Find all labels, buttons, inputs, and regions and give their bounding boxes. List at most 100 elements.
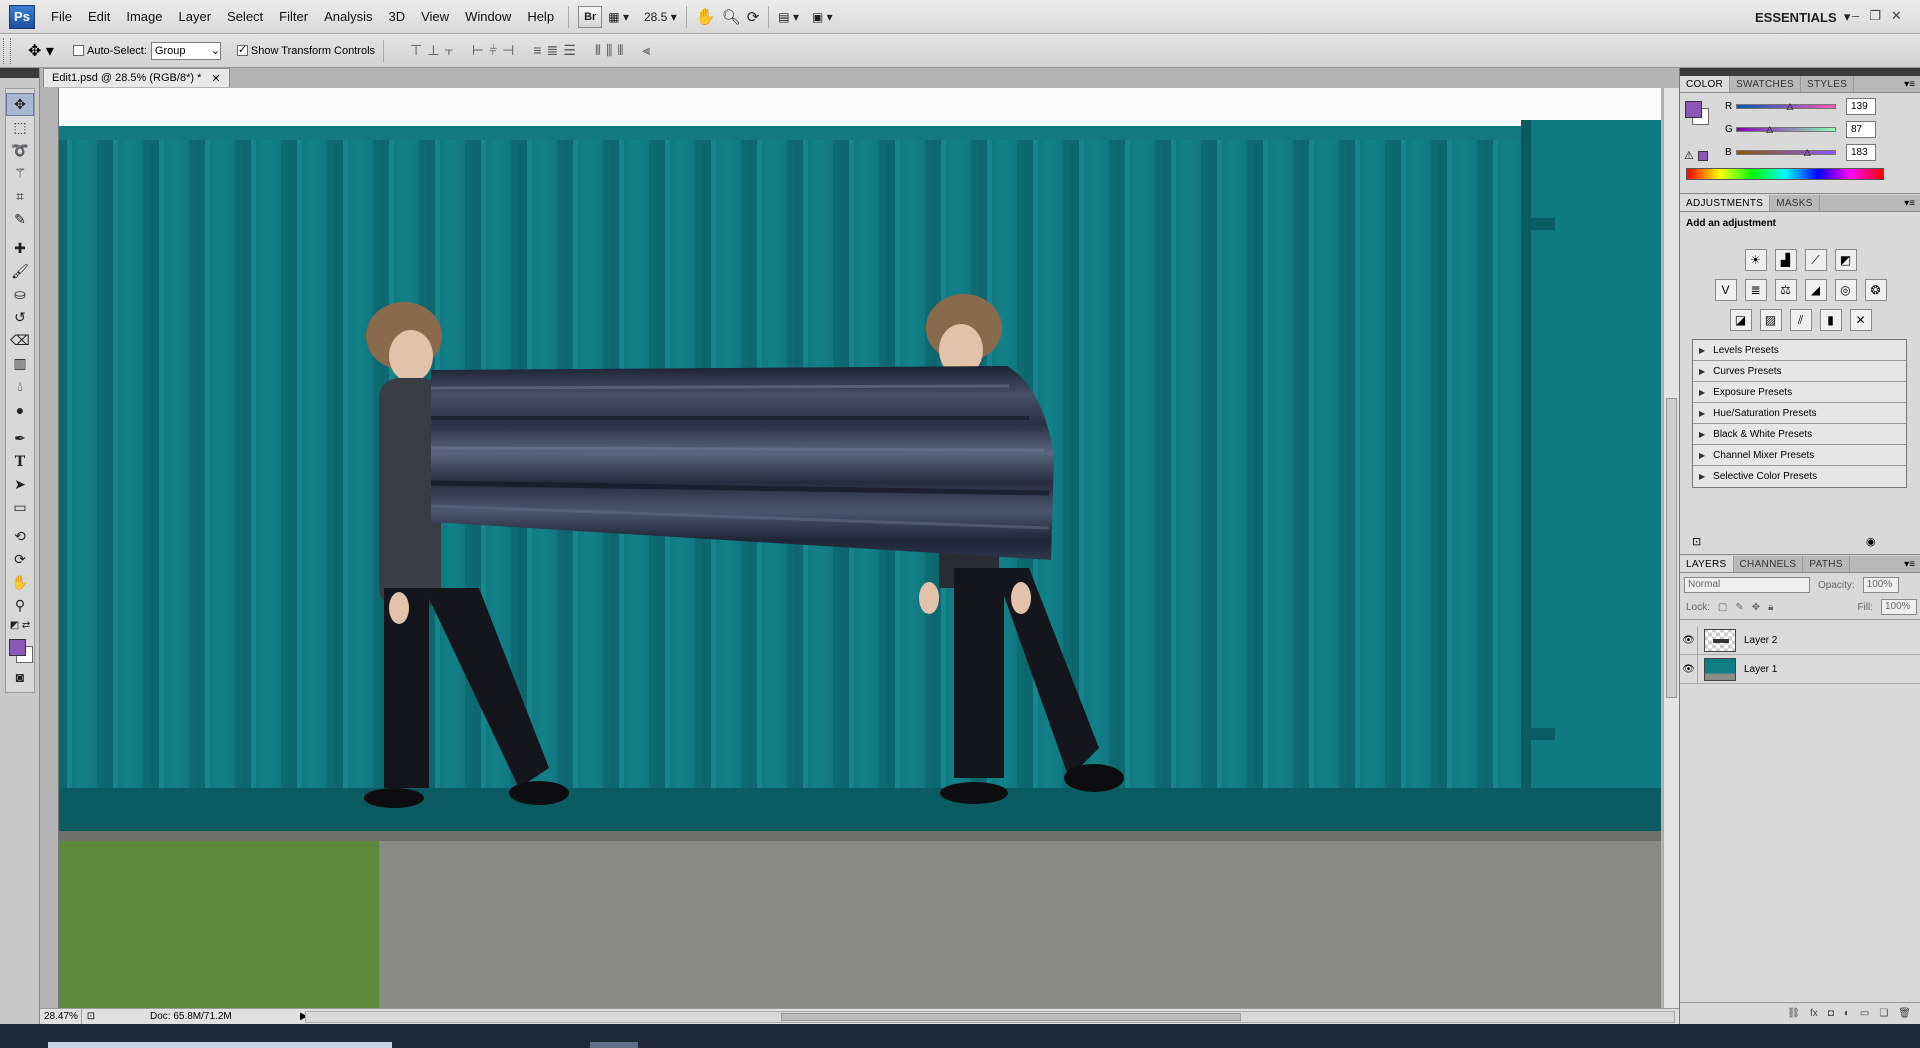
- status-options-icon[interactable]: ⊡: [82, 1011, 100, 1022]
- preset-channel-mixer[interactable]: ▶ Channel Mixer Presets: [1693, 445, 1906, 466]
- menu-3d[interactable]: 3D: [380, 0, 413, 34]
- link-layers-icon[interactable]: ⛓: [1787, 1008, 1800, 1019]
- history-brush-tool[interactable]: ↺: [6, 306, 34, 329]
- auto-select-option[interactable]: Auto-Select: Group ⌄: [73, 41, 221, 60]
- document-tab[interactable]: Edit1.psd @ 28.5% (RGB/8*) * ✕: [43, 68, 230, 87]
- menu-layer[interactable]: Layer: [171, 0, 220, 34]
- lock-pixels-icon[interactable]: ✎: [1735, 602, 1743, 613]
- levels-icon[interactable]: ▟: [1774, 249, 1797, 271]
- vibrance-icon[interactable]: V: [1714, 279, 1737, 301]
- foreground-color-swatch[interactable]: [9, 639, 26, 656]
- minimize-icon[interactable]: –: [1852, 8, 1859, 24]
- zoom-level-dropdown[interactable]: 28.5 ▾: [644, 6, 677, 28]
- selective-color-icon[interactable]: ✕: [1849, 309, 1872, 331]
- preset-curves[interactable]: ▶ Curves Presets: [1693, 361, 1906, 382]
- preset-hue-saturation[interactable]: ▶ Hue/Saturation Presets: [1693, 403, 1906, 424]
- marquee-tool[interactable]: ⬚: [6, 116, 34, 139]
- distribute-right-icon[interactable]: ⫴: [617, 42, 623, 59]
- zoom-percentage[interactable]: 28.47%: [40, 1008, 82, 1025]
- tab-masks[interactable]: MASKS: [1770, 195, 1820, 211]
- posterize-icon[interactable]: ▨: [1759, 309, 1782, 331]
- color-swap-controls[interactable]: ◩ ⇄: [6, 617, 34, 633]
- menu-edit[interactable]: Edit: [80, 0, 118, 34]
- align-bottom-icon[interactable]: ⫟: [444, 42, 453, 59]
- layer-row-layer-2[interactable]: 👁︎ Layer 2: [1680, 625, 1920, 655]
- tab-channels[interactable]: CHANNELS: [1734, 556, 1804, 572]
- tab-paths[interactable]: PATHS: [1803, 556, 1850, 572]
- blue-slider-track[interactable]: [1736, 150, 1836, 155]
- panel-menu-icon[interactable]: ▾≡: [1904, 556, 1920, 572]
- blend-mode-dropdown[interactable]: Normal: [1684, 577, 1810, 593]
- brightness-contrast-icon[interactable]: ☀: [1744, 249, 1767, 271]
- new-group-icon[interactable]: ▭: [1860, 1008, 1869, 1019]
- fill-input[interactable]: 100%: [1881, 599, 1917, 615]
- panel-menu-icon[interactable]: ▾≡: [1904, 195, 1920, 211]
- photo-filter-icon[interactable]: ◎: [1834, 279, 1857, 301]
- vertical-scrollbar[interactable]: [1663, 88, 1679, 1008]
- green-slider-thumb[interactable]: △: [1766, 124, 1773, 135]
- brush-tool[interactable]: 🖌︎: [6, 260, 34, 283]
- panel-menu-icon[interactable]: ▾≡: [1904, 76, 1920, 92]
- auto-select-target-dropdown[interactable]: Group ⌄: [150, 41, 221, 60]
- horizontal-scroll-thumb[interactable]: [781, 1013, 1241, 1021]
- layer-row-layer-1[interactable]: 👁︎ Layer 1: [1680, 654, 1920, 684]
- options-bar-grip[interactable]: [3, 37, 11, 64]
- path-selection-tool[interactable]: ➤: [6, 473, 34, 496]
- rotate-view-button[interactable]: ⟳: [747, 6, 760, 28]
- align-top-icon[interactable]: ⊤: [410, 42, 422, 59]
- menu-image[interactable]: Image: [118, 0, 170, 34]
- red-slider-thumb[interactable]: △: [1787, 101, 1794, 112]
- preset-exposure[interactable]: ▶ Exposure Presets: [1693, 382, 1906, 403]
- extras-menu-button[interactable]: ▦ ▾: [608, 6, 629, 28]
- auto-align-button[interactable]: ⫷: [642, 42, 650, 59]
- blue-value-input[interactable]: 183: [1846, 144, 1876, 161]
- lasso-tool[interactable]: ➰: [6, 139, 34, 162]
- vertical-scroll-thumb[interactable]: [1666, 398, 1677, 698]
- align-left-icon[interactable]: ⊢: [472, 42, 484, 59]
- launch-bridge-button[interactable]: Br: [578, 5, 603, 28]
- exposure-icon[interactable]: ◩: [1834, 249, 1857, 271]
- threshold-icon[interactable]: ⫽: [1789, 309, 1812, 331]
- 3d-rotate-tool[interactable]: ⟲: [6, 525, 34, 548]
- green-value-input[interactable]: 87: [1846, 121, 1876, 138]
- channel-mixer-icon[interactable]: ❂: [1864, 279, 1887, 301]
- menu-select[interactable]: Select: [219, 0, 271, 34]
- eye-icon[interactable]: 👁︎: [1680, 654, 1698, 684]
- blue-slider-thumb[interactable]: △: [1804, 147, 1811, 158]
- new-adjustment-icon[interactable]: ◐: [1844, 1008, 1850, 1019]
- move-tool[interactable]: ✥: [6, 93, 34, 116]
- color-spectrum-bar[interactable]: [1686, 168, 1884, 180]
- close-icon[interactable]: ✕: [211, 72, 220, 85]
- menu-analysis[interactable]: Analysis: [316, 0, 380, 34]
- pen-tool[interactable]: ✒: [6, 427, 34, 450]
- new-layer-icon[interactable]: ❏: [1879, 1008, 1888, 1019]
- opacity-input[interactable]: 100%: [1862, 577, 1899, 593]
- show-transform-option[interactable]: Show Transform Controls: [236, 43, 375, 57]
- menu-file[interactable]: File: [43, 0, 80, 34]
- hand-tool[interactable]: ✋: [6, 571, 34, 594]
- red-value-input[interactable]: 139: [1846, 98, 1876, 115]
- tab-color[interactable]: COLOR: [1680, 76, 1731, 92]
- menu-help[interactable]: Help: [519, 0, 562, 34]
- align-vcenter-icon[interactable]: ⊥: [427, 42, 439, 59]
- clip-to-layer-icon[interactable]: ⊡: [1692, 535, 1701, 548]
- lock-position-icon[interactable]: ✥: [1752, 602, 1760, 613]
- show-transform-checkbox[interactable]: [236, 43, 248, 56]
- gradient-tool[interactable]: ▥: [6, 352, 34, 375]
- tab-layers[interactable]: LAYERS: [1680, 556, 1734, 572]
- eraser-tool[interactable]: ⌫: [6, 329, 34, 352]
- close-icon[interactable]: ✕: [1891, 8, 1902, 24]
- healing-brush-tool[interactable]: ✚: [6, 237, 34, 260]
- distribute-hcenter-icon[interactable]: ⫼: [606, 42, 613, 59]
- tool-preset-picker[interactable]: ✥ ▾: [19, 39, 63, 63]
- layer-style-icon[interactable]: fx: [1810, 1008, 1818, 1019]
- workspace-switcher[interactable]: ESSENTIALS ▾: [1755, 0, 1850, 34]
- taskbar-item[interactable]: [590, 1042, 638, 1048]
- screen-mode-button[interactable]: ▣ ▾: [812, 6, 833, 28]
- align-hcenter-icon[interactable]: ⫩: [489, 42, 497, 59]
- 3d-orbit-tool[interactable]: ⟳: [6, 548, 34, 571]
- panel-dock-header[interactable]: [1680, 68, 1920, 76]
- horizontal-scrollbar[interactable]: [305, 1011, 1675, 1023]
- shape-tool[interactable]: ▭: [6, 496, 34, 519]
- preset-selective-color[interactable]: ▶ Selective Color Presets: [1693, 466, 1906, 487]
